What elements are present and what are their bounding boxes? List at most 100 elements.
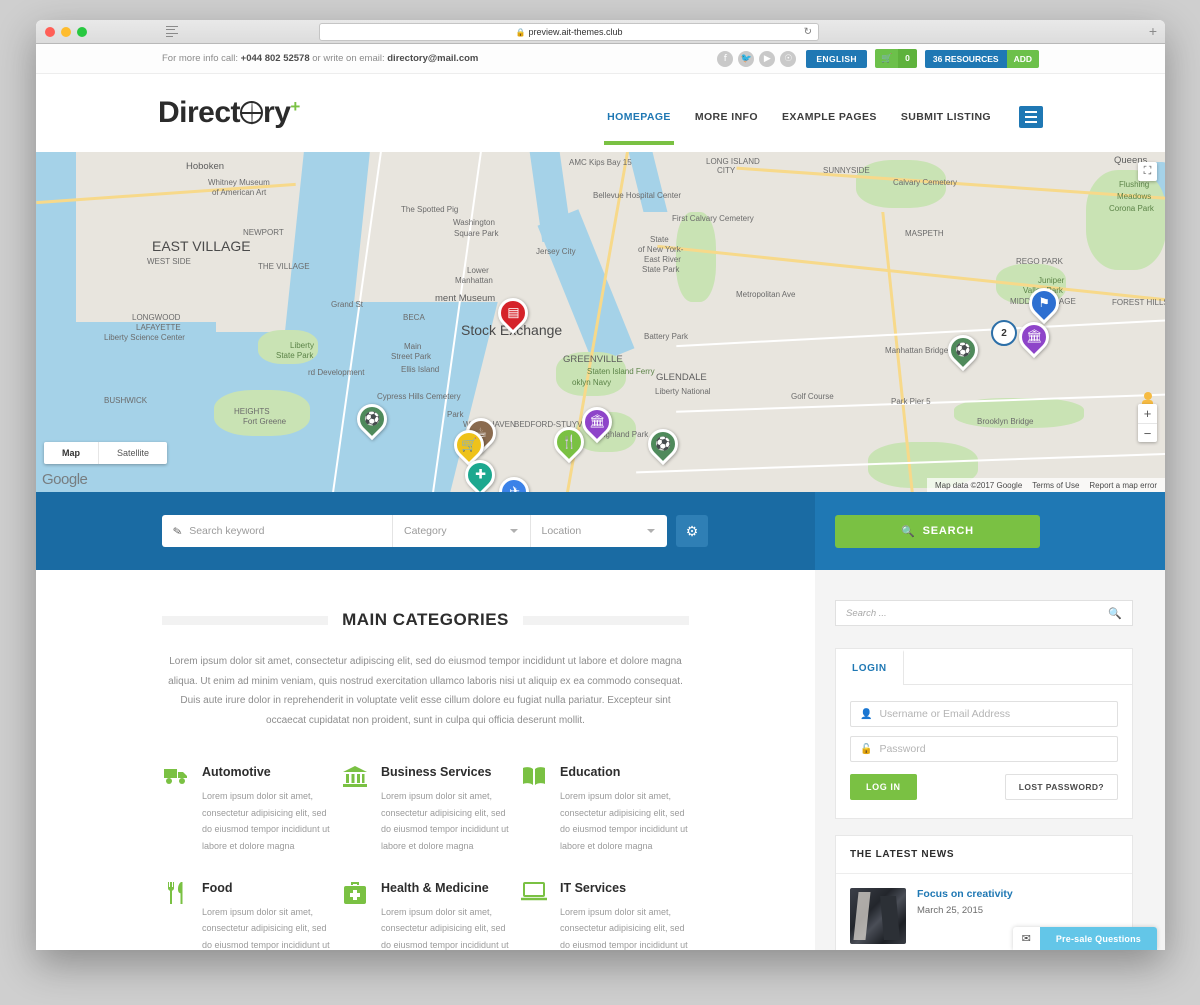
article-thumbnail[interactable] [850, 888, 906, 944]
category-item-food[interactable]: Food Lorem ipsum dolor sit amet, consect… [162, 881, 331, 950]
search-fields-area: ✎ Search keyword Category Location ⚙ [36, 492, 815, 570]
username-field[interactable]: 👤 Username or Email Address [850, 701, 1118, 727]
nav-item-homepage[interactable]: HOMEPAGE [604, 111, 674, 145]
advanced-search-button[interactable]: ⚙ [676, 515, 708, 547]
url-text: preview.ait-themes.club [528, 27, 623, 37]
category-item-health-medicine[interactable]: Health & Medicine Lorem ipsum dolor sit … [341, 881, 510, 950]
map-road [657, 244, 1165, 303]
map-label: Washington [453, 218, 495, 227]
map-label: of American Art [212, 188, 267, 197]
cart-widget[interactable]: 🛒 0 [874, 49, 917, 68]
resources-widget[interactable]: 36 RESOURCES ADD [924, 49, 1039, 68]
category-item-business-services[interactable]: Business Services Lorem ipsum dolor sit … [341, 765, 510, 855]
zoom-in-button[interactable]: + [1138, 404, 1157, 423]
facebook-icon[interactable]: f [717, 50, 734, 67]
map-zoom-controls[interactable]: + − [1138, 404, 1157, 442]
map-label: CITY [717, 166, 736, 175]
map-label: Square Park [454, 229, 499, 238]
zoom-out-button[interactable]: − [1138, 423, 1157, 442]
map-label: WEST SIDE [147, 257, 191, 266]
hamburger-menu-icon[interactable] [1019, 106, 1043, 128]
add-resource-button[interactable]: ADD [1006, 49, 1039, 68]
map-label: Manhattan [455, 276, 493, 285]
contact-phone[interactable]: +044 802 52578 [241, 53, 310, 64]
magnifier-icon[interactable]: 🔍 [1108, 607, 1122, 620]
logo-text-part1: Direct [158, 96, 241, 129]
news-post-title[interactable]: Focus on creativity [917, 888, 1013, 900]
address-bar[interactable]: 🔒 preview.ait-themes.club ↻ [319, 23, 819, 41]
map-label: LAFAYETTE [136, 323, 181, 332]
map-label: BECA [403, 313, 425, 322]
laptop-icon [520, 881, 548, 950]
nav-item-more-info[interactable]: MORE INFO [695, 111, 758, 123]
language-selector[interactable]: ENGLISH [806, 49, 867, 68]
category-item-education[interactable]: Education Lorem ipsum dolor sit amet, co… [520, 765, 689, 855]
close-window-button[interactable] [45, 27, 55, 37]
window-controls[interactable] [45, 27, 87, 37]
chevron-down-icon [647, 529, 655, 533]
chat-label[interactable]: Pre-sale Questions [1039, 927, 1157, 950]
section-intro-text: Lorem ipsum dolor sit amet, consectetur … [168, 656, 683, 726]
pinterest-icon[interactable]: ☉ [780, 50, 797, 67]
password-placeholder: Password [879, 743, 926, 755]
map-label: Flushing [1119, 180, 1150, 189]
login-button[interactable]: LOG IN [850, 774, 917, 800]
new-tab-button[interactable]: + [1149, 24, 1157, 38]
map-label: LONG ISLAND [706, 157, 760, 166]
map-type-map[interactable]: Map [44, 442, 98, 464]
cart-count: 0 [898, 49, 917, 68]
logo-plus-icon: + [290, 97, 300, 116]
gear-icon: ⚙ [685, 522, 699, 539]
lock-icon: 🔓 [860, 743, 873, 755]
location-select[interactable]: Location [529, 515, 668, 547]
cart-icon: 🛒 [874, 49, 899, 68]
password-field[interactable]: 🔓 Password [850, 736, 1118, 762]
youtube-icon[interactable]: ▶ [759, 50, 776, 67]
map-water [36, 322, 216, 492]
nav-item-submit-listing[interactable]: SUBMIT LISTING [901, 111, 991, 123]
map-label: of New York- [638, 245, 684, 254]
browser-titlebar: 🔒 preview.ait-themes.club ↻ + [36, 20, 1165, 44]
contact-email[interactable]: directory@mail.com [387, 53, 478, 64]
terms-of-use-link[interactable]: Terms of Use [1032, 481, 1079, 490]
map-label: REGO PARK [1016, 257, 1063, 266]
report-map-error-link[interactable]: Report a map error [1089, 481, 1157, 490]
pre-sale-chat-widget[interactable]: ✉ Pre-sale Questions [1012, 927, 1157, 950]
lock-icon: 🔒 [515, 27, 526, 37]
map-park [676, 212, 716, 302]
categories-grid: Automotive Lorem ipsum dolor sit amet, c… [162, 765, 689, 950]
maximize-window-button[interactable] [77, 27, 87, 37]
search-button[interactable]: 🔍 SEARCH [835, 514, 1040, 548]
category-placeholder: Category [404, 525, 447, 537]
decorative-line-right [522, 615, 689, 625]
search-fields-group: ✎ Search keyword Category Location [162, 515, 667, 547]
google-logo: Google [42, 471, 88, 488]
map-hero[interactable]: EAST VILLAGE Stock Exchange Hoboken AMC … [36, 152, 1165, 492]
nav-item-example-pages[interactable]: EXAMPLE PAGES [782, 111, 877, 123]
chevron-down-icon [509, 529, 518, 533]
sidebar-search-input[interactable]: Search ... 🔍 [835, 600, 1133, 626]
site-logo[interactable]: Direct ry + [158, 96, 300, 130]
sidebar-column: Search ... 🔍 LOGIN 👤 Username or Email A… [815, 570, 1165, 950]
map-cluster-marker[interactable]: 2 [991, 320, 1017, 346]
tab-login[interactable]: LOGIN [836, 650, 904, 685]
category-item-it-services[interactable]: IT Services Lorem ipsum dolor sit amet, … [520, 881, 689, 950]
reader-view-icon[interactable] [166, 26, 178, 37]
lost-password-button[interactable]: LOST PASSWORD? [1004, 774, 1118, 800]
category-description: Lorem ipsum dolor sit amet, consectetur … [381, 791, 509, 851]
category-select[interactable]: Category [392, 515, 530, 547]
fullscreen-icon[interactable]: ⛶ [1138, 162, 1157, 181]
map-label: MASPETH [905, 229, 944, 238]
map-label: Meadows [1117, 192, 1152, 201]
twitter-icon[interactable]: 🐦 [738, 50, 755, 67]
category-title: Business Services [381, 765, 492, 779]
envelope-icon[interactable]: ✉ [1013, 932, 1040, 945]
decorative-line-left [162, 615, 329, 625]
minimize-window-button[interactable] [61, 27, 71, 37]
search-keyword-input[interactable]: ✎ Search keyword [162, 515, 392, 547]
map-type-switcher[interactable]: Map Satellite [44, 442, 168, 464]
map-type-satellite[interactable]: Satellite [98, 442, 167, 464]
reload-icon[interactable]: ↻ [804, 27, 812, 38]
category-item-automotive[interactable]: Automotive Lorem ipsum dolor sit amet, c… [162, 765, 331, 855]
search-button-label: SEARCH [922, 525, 974, 537]
